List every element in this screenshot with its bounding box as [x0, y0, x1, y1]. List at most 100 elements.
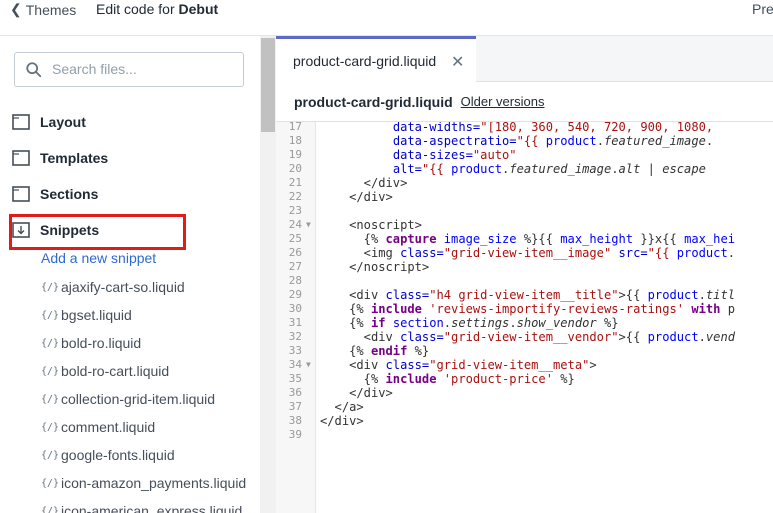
liquid-file-icon: {/} — [41, 421, 60, 433]
code-line: 23 — [276, 204, 773, 218]
code-line: 31 {% if section.settings.show_vendor %} — [276, 316, 773, 330]
liquid-file-icon: {/} — [41, 309, 60, 321]
preview-link[interactable]: Preview — [752, 1, 773, 17]
file-item[interactable]: {/} icon-amazon_payments.liquid — [41, 472, 246, 494]
liquid-file-icon: {/} — [41, 477, 60, 489]
chevron-left-icon: ❮ — [10, 1, 22, 17]
folder-icon — [12, 186, 30, 202]
folder-layout[interactable]: Layout — [12, 110, 86, 134]
code-line: 21 </div> — [276, 176, 773, 190]
file-name: collection-grid-item.liquid — [61, 391, 216, 407]
line-number: 25 — [288, 232, 302, 245]
code-line: 30 {% include 'reviews-importify-reviews… — [276, 302, 773, 316]
file-name: google-fonts.liquid — [61, 447, 175, 463]
liquid-file-icon: {/} — [41, 365, 60, 377]
liquid-file-icon: {/} — [41, 281, 60, 293]
code-line: 37 </a> — [276, 400, 773, 414]
add-snippet-link[interactable]: Add a new snippet — [41, 250, 156, 266]
older-versions-link[interactable]: Older versions — [461, 94, 545, 109]
file-sidebar: Layout Templates Sections Snippets Add a… — [0, 36, 260, 513]
line-number: 33 — [288, 344, 302, 357]
close-icon[interactable]: ✕ — [451, 52, 464, 72]
file-item[interactable]: {/} google-fonts.liquid — [41, 444, 175, 466]
line-number: 28 — [288, 274, 302, 287]
editor-tab[interactable]: product-card-grid.liquid ✕ — [276, 36, 476, 82]
folder-icon — [12, 150, 30, 166]
file-name: icon-amazon_payments.liquid — [61, 475, 247, 491]
code-line: 19 data-sizes="auto" — [276, 148, 773, 162]
code-line: 39 — [276, 428, 773, 442]
fold-arrow-icon[interactable]: ▼ — [306, 358, 311, 372]
code-line: 35 {% include 'product-price' %} — [276, 372, 773, 386]
line-number: 24 — [288, 218, 302, 231]
file-name: bgset.liquid — [61, 307, 132, 323]
back-to-themes-link[interactable]: ❮ Themes — [10, 1, 76, 18]
code-editor-panel: product-card-grid.liquid ✕ product-card-… — [276, 36, 773, 513]
search-input[interactable] — [52, 61, 237, 77]
liquid-file-icon: {/} — [41, 449, 60, 461]
line-number: 18 — [288, 134, 302, 147]
line-number: 36 — [288, 386, 302, 399]
file-item[interactable]: {/} bgset.liquid — [41, 304, 132, 326]
code-line: 36 </div> — [276, 386, 773, 400]
line-number: 34 — [288, 358, 302, 371]
code-line: 18 data-aspectratio="{{ product.featured… — [276, 134, 773, 148]
file-name: icon-american_express.liquid — [61, 503, 243, 513]
file-name: ajaxify-cart-so.liquid — [61, 279, 185, 295]
code-line: 20 alt="{{ product.featured_image.alt | … — [276, 162, 773, 176]
file-name: bold-ro-cart.liquid — [61, 363, 170, 379]
file-item[interactable]: {/} icon-american_express.liquid — [41, 500, 242, 513]
line-number: 23 — [288, 204, 302, 217]
line-number: 37 — [288, 400, 302, 413]
file-header-bar: product-card-grid.liquid Older versions — [276, 82, 773, 122]
liquid-file-icon: {/} — [41, 505, 60, 513]
folder-label: Sections — [40, 186, 99, 202]
line-number: 20 — [288, 162, 302, 175]
liquid-file-icon: {/} — [41, 337, 60, 349]
folder-sections[interactable]: Sections — [12, 182, 98, 206]
line-number: 27 — [288, 260, 302, 273]
line-number: 21 — [288, 176, 302, 189]
code-line: 28 — [276, 274, 773, 288]
file-item[interactable]: {/} comment.liquid — [41, 416, 155, 438]
line-number: 17 — [288, 122, 302, 133]
line-number: 39 — [288, 428, 302, 441]
code-line: 25 {% capture image_size %}{{ max_height… — [276, 232, 773, 246]
top-bar: ❮ Themes Edit code for Debut Preview — [0, 0, 773, 36]
line-number: 22 — [288, 190, 302, 203]
file-item[interactable]: {/} collection-grid-item.liquid — [41, 388, 215, 410]
folder-label: Layout — [40, 114, 86, 130]
code-line: 29 <div class="h4 grid-view-item__title"… — [276, 288, 773, 302]
search-icon — [26, 62, 42, 78]
back-label: Themes — [25, 1, 77, 18]
editor-tab-bar: product-card-grid.liquid ✕ — [276, 36, 773, 82]
fold-arrow-icon[interactable]: ▼ — [306, 218, 311, 232]
file-name: bold-ro.liquid — [61, 335, 142, 351]
theme-name: Debut — [178, 1, 219, 17]
file-item[interactable]: {/} ajaxify-cart-so.liquid — [41, 276, 185, 298]
code-line: 38 </div> — [276, 414, 773, 428]
code-line: 24 ▼ <noscript> — [276, 218, 773, 232]
code-line: 32 <div class="grid-view-item__vendor">{… — [276, 330, 773, 344]
code-line: 27 </noscript> — [276, 260, 773, 274]
folder-label: Templates — [40, 150, 109, 166]
line-number: 19 — [288, 148, 302, 161]
liquid-file-icon: {/} — [41, 393, 60, 405]
folder-templates[interactable]: Templates — [12, 146, 108, 170]
line-number: 32 — [288, 330, 302, 343]
code-line: 33 {% endif %} — [276, 344, 773, 358]
line-number: 31 — [288, 316, 302, 329]
search-box[interactable] — [14, 52, 244, 87]
line-number: 35 — [288, 372, 302, 385]
sidebar-scrollbar-thumb[interactable] — [261, 38, 275, 132]
code-line: 17 data-widths="[180, 360, 540, 720, 900… — [276, 122, 773, 134]
file-item[interactable]: {/} bold-ro-cart.liquid — [41, 360, 169, 382]
page-title: Edit code for Debut — [96, 1, 218, 17]
line-number: 30 — [288, 302, 302, 315]
code-line: 34 ▼ <div class="grid-view-item__meta"> — [276, 358, 773, 372]
line-number: 29 — [288, 288, 302, 301]
code-line: 22 </div> — [276, 190, 773, 204]
snippets-highlight-annotation — [9, 214, 186, 250]
file-item[interactable]: {/} bold-ro.liquid — [41, 332, 141, 354]
code-area[interactable]: 17 data-widths="[180, 360, 540, 720, 900… — [276, 122, 773, 513]
